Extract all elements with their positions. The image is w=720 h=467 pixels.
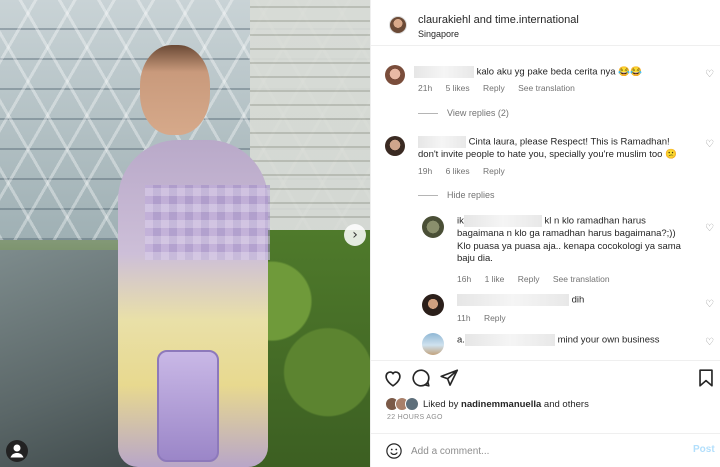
see-translation-button[interactable]: See translation bbox=[553, 274, 610, 284]
divider bbox=[418, 113, 438, 115]
comment-time[interactable]: 11h bbox=[457, 313, 471, 323]
liked-by-prefix: Liked by bbox=[423, 399, 459, 410]
reply-button[interactable]: Reply bbox=[483, 83, 505, 93]
liked-by-suffix[interactable]: and others bbox=[544, 399, 589, 410]
reply-text: mind your own business bbox=[557, 334, 660, 346]
post-photo[interactable]: › bbox=[0, 0, 370, 467]
see-translation-button[interactable]: See translation bbox=[518, 83, 575, 93]
heart-icon[interactable]: ♡ bbox=[705, 337, 714, 348]
reply-button[interactable]: Reply bbox=[483, 166, 505, 176]
view-replies-button[interactable]: View replies (2) bbox=[418, 108, 509, 118]
heart-icon[interactable] bbox=[382, 367, 404, 389]
action-bar bbox=[371, 360, 720, 396]
comment-time[interactable]: 19h bbox=[418, 166, 432, 176]
hide-replies-label: Hide replies bbox=[447, 190, 495, 200]
list-item: dih bbox=[457, 294, 584, 307]
comment-text: kalo aku yg pake beda cerita nya 😂😂 bbox=[476, 66, 642, 78]
redacted-username bbox=[463, 215, 542, 227]
avatar[interactable] bbox=[385, 136, 405, 156]
list-item: kalo aku yg pake beda cerita nya 😂😂 bbox=[414, 66, 642, 79]
avatar[interactable] bbox=[422, 333, 444, 355]
comment-likes[interactable]: 1 like bbox=[485, 274, 505, 284]
handbag bbox=[157, 350, 219, 462]
reply-button[interactable]: Reply bbox=[518, 274, 540, 284]
comments-list[interactable]: kalo aku yg pake beda cerita nya 😂😂 21h … bbox=[371, 47, 720, 355]
comment-likes[interactable]: 6 likes bbox=[446, 166, 470, 176]
reply-text: dih bbox=[571, 294, 585, 306]
post-header: claurakiehl and time.international Singa… bbox=[371, 0, 720, 46]
comment-text: Cinta laura, please Respect! This is Ram… bbox=[468, 136, 670, 148]
smiley-icon[interactable] bbox=[385, 442, 403, 460]
reply-text-line3: Klo puasa ya puasa aja.. kenapa cocokolo… bbox=[457, 240, 681, 252]
post-side-panel: claurakiehl and time.international Singa… bbox=[370, 0, 720, 467]
person-head bbox=[140, 45, 210, 135]
comment-icon[interactable] bbox=[410, 367, 432, 389]
avatar[interactable] bbox=[385, 65, 405, 85]
add-comment-input[interactable] bbox=[411, 442, 671, 460]
comment-time[interactable]: 16h bbox=[457, 274, 471, 284]
reply-text: kl n klo ramadhan harus bbox=[544, 215, 646, 227]
post-button[interactable]: Post bbox=[693, 444, 715, 455]
redacted-username bbox=[457, 294, 569, 306]
share-icon[interactable] bbox=[438, 367, 460, 389]
comment-time[interactable]: 21h bbox=[418, 83, 432, 93]
post-location[interactable]: Singapore bbox=[418, 29, 459, 39]
heart-icon[interactable]: ♡ bbox=[705, 69, 714, 80]
reply-text-line2: bagaimana n klo ga ramadhan harus bagaim… bbox=[457, 228, 676, 240]
list-item: Cinta laura, please Respect! This is Ram… bbox=[418, 136, 677, 162]
hide-replies-button[interactable]: Hide replies bbox=[418, 190, 495, 200]
view-replies-label: View replies (2) bbox=[447, 108, 509, 118]
liked-by-text: Liked by nadinemmanuella and others bbox=[423, 399, 589, 410]
user-tag-icon[interactable] bbox=[6, 440, 28, 462]
redacted-username bbox=[414, 66, 474, 78]
comment-meta: 21h 5 likes Reply See translation bbox=[418, 83, 586, 93]
heart-icon[interactable]: ♡ bbox=[705, 299, 714, 310]
chevron-right-icon[interactable]: › bbox=[344, 224, 366, 246]
heart-icon[interactable]: ♡ bbox=[705, 139, 714, 150]
post-timestamp: 22 HOURS AGO bbox=[387, 414, 443, 421]
reply-text-line4: baju dia. bbox=[457, 253, 493, 265]
reply-button[interactable]: Reply bbox=[484, 313, 506, 323]
avatar[interactable] bbox=[405, 397, 419, 411]
redacted-username bbox=[418, 136, 466, 148]
heart-icon[interactable]: ♡ bbox=[705, 223, 714, 234]
pixelated-censor bbox=[145, 185, 270, 260]
divider bbox=[418, 195, 438, 197]
bookmark-icon[interactable] bbox=[695, 367, 717, 389]
reply-prefix: ik bbox=[457, 215, 464, 227]
comment-meta: 19h 6 likes Reply bbox=[418, 166, 516, 176]
avatar[interactable] bbox=[422, 216, 444, 238]
comment-meta: 11h Reply bbox=[457, 313, 517, 323]
redacted-username bbox=[464, 334, 555, 346]
list-item: a. mind your own business bbox=[457, 334, 660, 347]
liked-by: Liked by nadinemmanuella and others bbox=[371, 396, 720, 414]
comment-likes[interactable]: 5 likes bbox=[446, 83, 470, 93]
liked-by-user[interactable]: nadinemmanuella bbox=[461, 399, 541, 410]
avatar[interactable] bbox=[422, 294, 444, 316]
list-item: ik kl n klo ramadhan harus bagaimana n k… bbox=[457, 215, 681, 266]
add-comment-bar: Post bbox=[371, 433, 720, 467]
comment-meta: 16h 1 like Reply See translation bbox=[457, 274, 621, 284]
post-username[interactable]: claurakiehl and time.international bbox=[418, 14, 579, 26]
comment-text-line2: don't invite people to hate you, special… bbox=[418, 149, 677, 161]
reply-prefix: a. bbox=[457, 334, 465, 346]
avatar[interactable] bbox=[389, 16, 407, 34]
